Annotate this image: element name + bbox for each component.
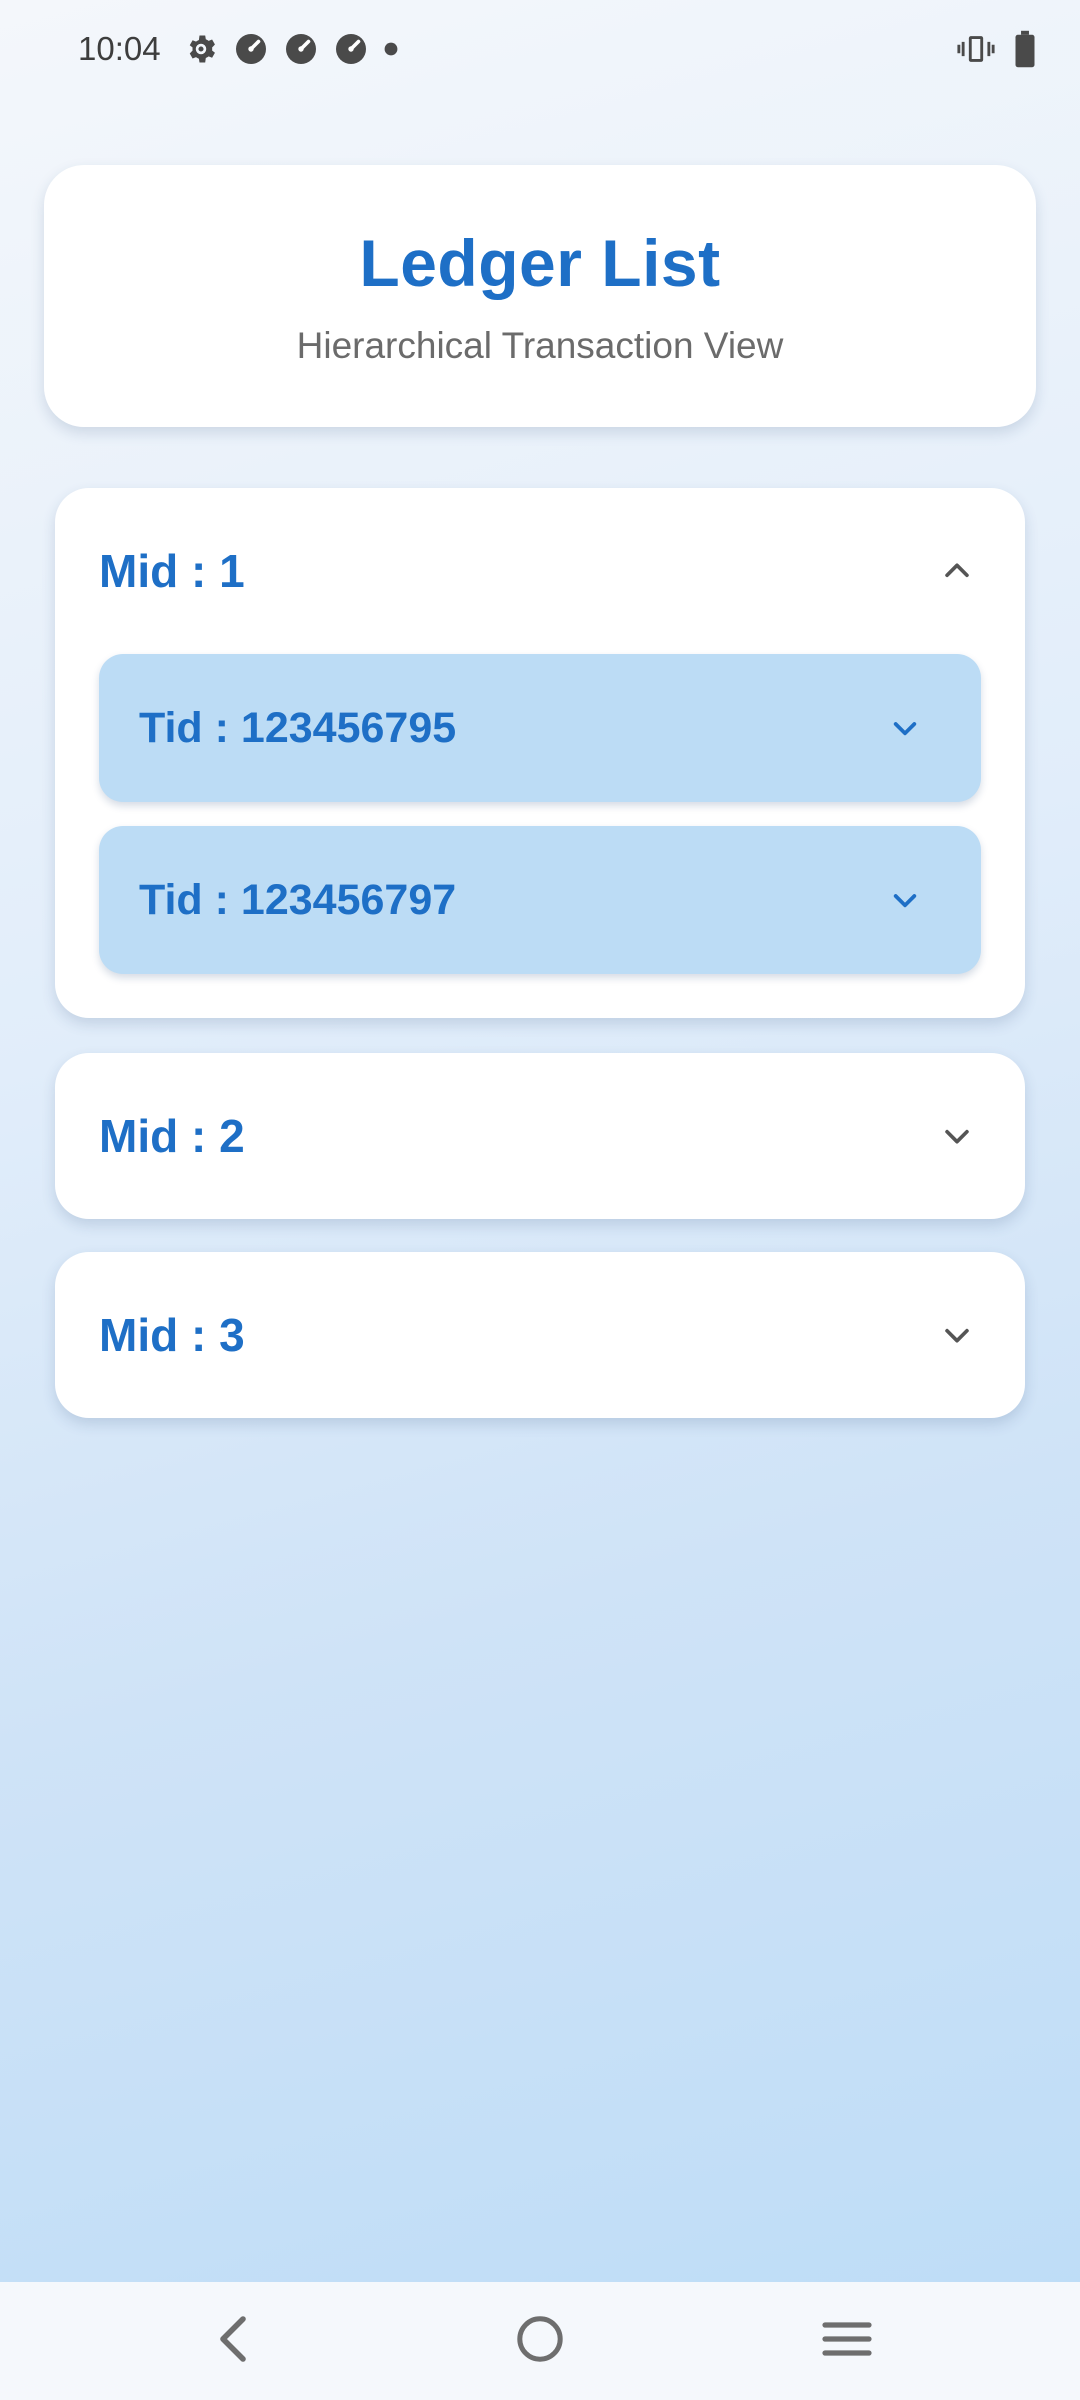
home-button[interactable] <box>480 2291 600 2391</box>
page-title: Ledger List <box>359 226 721 300</box>
status-bar: 10:04 <box>0 0 1080 98</box>
tid-item[interactable]: Tid : 123456797 <box>99 826 981 974</box>
back-button[interactable] <box>173 2291 293 2391</box>
recents-menu-icon <box>821 2317 873 2366</box>
mid-label: Mid : 1 <box>99 545 245 597</box>
status-right <box>956 30 1038 68</box>
back-icon <box>213 2313 253 2370</box>
dot-icon <box>383 41 399 57</box>
page-subtitle: Hierarchical Transaction View <box>296 325 784 366</box>
mid-card-2: Mid : 2 <box>55 1053 1025 1219</box>
mid-card-1: Mid : 1 Tid : 123456795 Tid : 123456797 <box>55 488 1025 1018</box>
recents-button[interactable] <box>787 2291 907 2391</box>
tid-label: Tid : 123456795 <box>139 703 457 752</box>
mid-header-2[interactable]: Mid : 2 <box>55 1053 1025 1219</box>
settings-gear-icon <box>183 31 219 67</box>
mid-label: Mid : 3 <box>99 1309 245 1361</box>
tid-label: Tid : 123456797 <box>139 875 457 924</box>
mid-label: Mid : 2 <box>99 1110 245 1162</box>
speedometer-icon <box>233 31 269 67</box>
chevron-down-icon[interactable] <box>885 880 925 920</box>
speedometer-icon <box>283 31 319 67</box>
mid-card-3: Mid : 3 <box>55 1252 1025 1418</box>
vibrate-icon <box>956 31 996 67</box>
mid-header-1[interactable]: Mid : 1 <box>55 488 1025 654</box>
speedometer-icon <box>333 31 369 67</box>
header-card: Ledger List Hierarchical Transaction Vie… <box>44 165 1036 427</box>
chevron-up-icon[interactable] <box>937 551 977 591</box>
home-icon <box>515 2314 565 2369</box>
mid-header-3[interactable]: Mid : 3 <box>55 1252 1025 1418</box>
tid-list: Tid : 123456795 Tid : 123456797 <box>55 654 1025 1006</box>
status-time: 10:04 <box>78 30 161 67</box>
chevron-down-icon[interactable] <box>937 1315 977 1355</box>
tid-item[interactable]: Tid : 123456795 <box>99 654 981 802</box>
system-nav-bar <box>0 2282 1080 2400</box>
battery-icon <box>1012 30 1038 68</box>
status-left: 10:04 <box>78 30 399 68</box>
chevron-down-icon[interactable] <box>937 1116 977 1156</box>
chevron-down-icon[interactable] <box>885 708 925 748</box>
